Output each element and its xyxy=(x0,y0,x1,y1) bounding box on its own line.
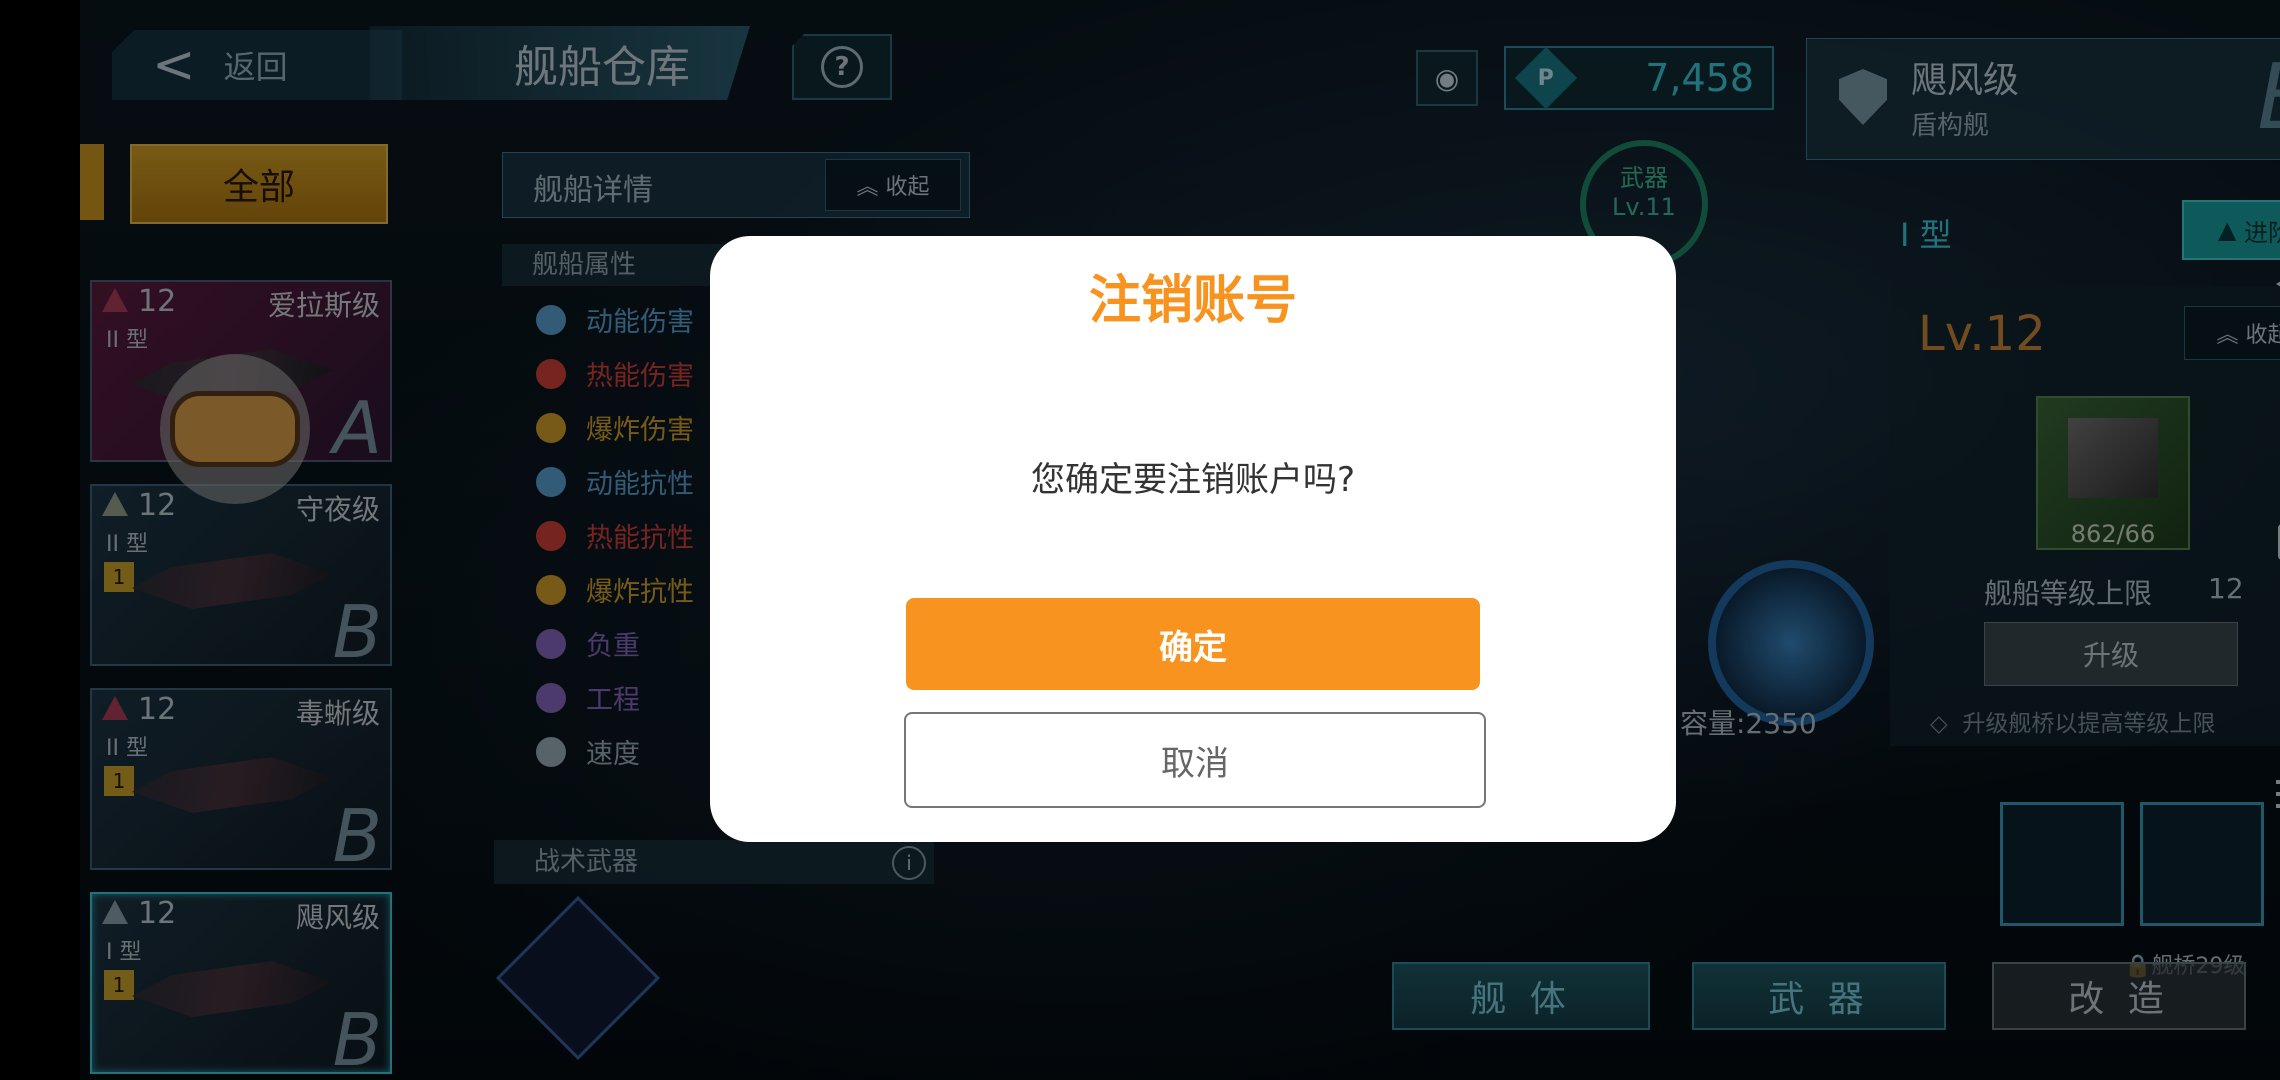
dialog-message: 您确定要注销账户吗? xyxy=(1030,460,1356,500)
logout-dialog: 注销账号 您确定要注销账户吗? 确定 取消 xyxy=(710,236,1676,842)
dialog-title: 注销账号 xyxy=(1088,271,1297,331)
confirm-button[interactable]: 确定 xyxy=(906,598,1480,690)
cancel-button[interactable]: 取消 xyxy=(904,712,1486,808)
game-scene: < 返回 舰船仓库 ? ◉ P 7,458 飓风级 盾构舰 B 全部 12 爱拉… xyxy=(80,0,2280,1080)
